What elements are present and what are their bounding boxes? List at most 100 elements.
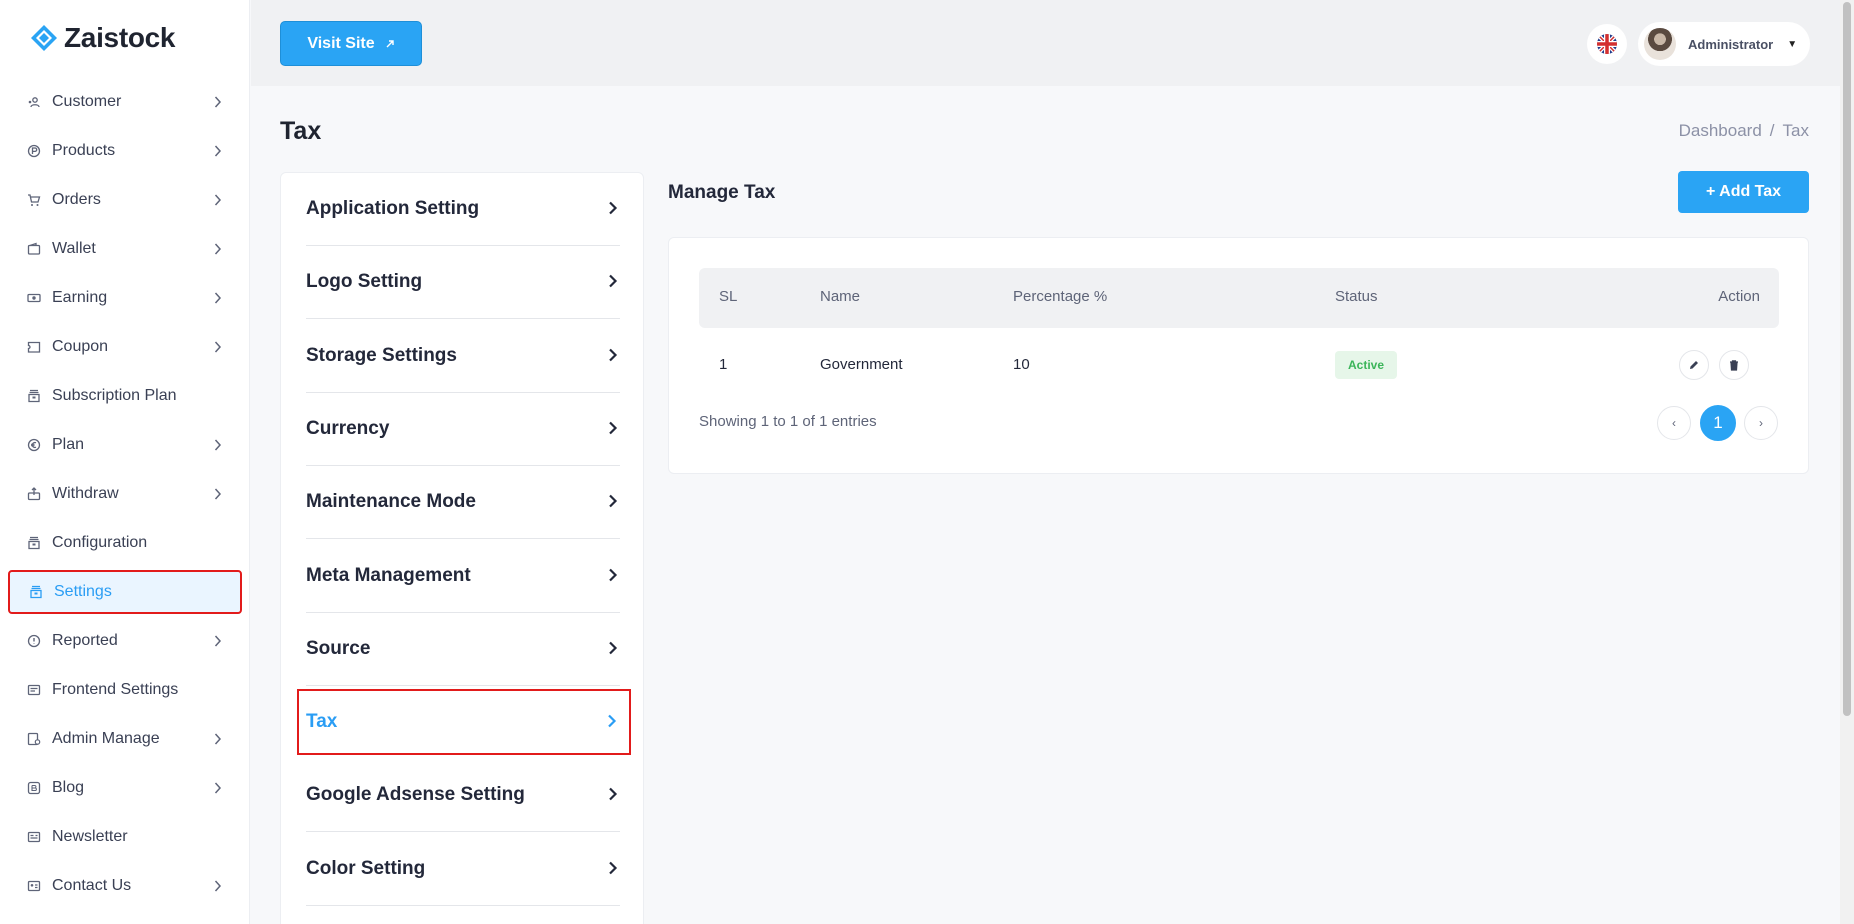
withdraw-icon: [26, 486, 42, 502]
wallet-icon: [26, 241, 42, 257]
sidebar-item-settings[interactable]: Settings: [8, 570, 242, 614]
sidebar-item-subscription-plan[interactable]: Subscription Plan: [8, 374, 242, 418]
chevron-right-icon: [608, 494, 620, 510]
settings-menu-item-google-adsense-setting[interactable]: Google Adsense Setting: [306, 759, 620, 833]
settings-menu-item-meta-management[interactable]: Meta Management: [306, 540, 620, 613]
chevron-right-icon: [214, 291, 224, 305]
avatar: [1644, 28, 1676, 60]
column-header-sl: SL: [719, 288, 738, 305]
visit-site-label: Visit Site: [307, 34, 375, 52]
settings-menu-label: Source: [306, 637, 371, 659]
sidebar-item-label: Blog: [52, 779, 85, 796]
sidebar-item-label: Earning: [52, 289, 108, 306]
settings-menu-item-logo-setting[interactable]: Logo Setting: [306, 246, 620, 320]
chevron-right-icon: [607, 714, 619, 730]
tax-table-card: SL Name Percentage % Status Action 1 Gov…: [668, 237, 1809, 474]
admin-icon: [26, 731, 42, 747]
sidebar-item-admin-manage[interactable]: Admin Manage: [8, 717, 242, 761]
sidebar-item-wallet[interactable]: Wallet: [8, 227, 242, 271]
sidebar-item-label: Orders: [52, 191, 101, 208]
manage-tax-title: Manage Tax: [668, 182, 776, 203]
sidebar-item-newsletter[interactable]: Newsletter: [8, 815, 242, 859]
sidebar-item-frontend-settings[interactable]: Frontend Settings: [8, 668, 242, 712]
caret-down-icon: ▼: [1787, 38, 1798, 50]
chevron-right-icon: [608, 201, 620, 217]
money-icon: [26, 290, 42, 306]
chevron-right-icon: [214, 340, 224, 354]
chevron-right-icon: [214, 487, 224, 501]
breadcrumb-separator: /: [1769, 121, 1775, 140]
page-scrollbar[interactable]: [1840, 0, 1854, 924]
page-title: Tax: [280, 117, 322, 145]
sidebar-item-label: Products: [52, 142, 116, 159]
sidebar-item-label: Withdraw: [52, 485, 119, 502]
settings-menu-item-storage-settings[interactable]: Storage Settings: [306, 320, 620, 393]
sidebar-item-configuration[interactable]: Configuration: [8, 521, 242, 565]
chevron-right-icon: [214, 634, 224, 648]
sidebar-item-coupon[interactable]: Coupon: [8, 325, 242, 369]
app-name: Zaistock: [64, 22, 176, 53]
user-menu[interactable]: Administrator ▼: [1638, 22, 1810, 66]
language-selector[interactable]: [1587, 24, 1627, 64]
chevron-right-icon: [608, 421, 620, 437]
sidebar-item-earning[interactable]: Earning: [8, 276, 242, 320]
settings-menu-label: Google Adsense Setting: [306, 784, 525, 806]
chevron-right-icon: [214, 781, 224, 795]
sidebar: Zaistock Customer Products Orders Wallet Ear…: [0, 0, 250, 924]
logo-diamond-icon: [30, 24, 58, 52]
pagination-next[interactable]: ›: [1744, 406, 1778, 440]
chevron-right-icon: [214, 95, 224, 109]
column-header-status: Status: [1335, 288, 1378, 305]
settings-menu-item-tax[interactable]: Tax: [297, 689, 631, 756]
blog-icon: [26, 780, 42, 796]
sidebar-item-label: Admin Manage: [52, 730, 160, 747]
pagination-prev[interactable]: ‹: [1657, 406, 1691, 440]
chevron-right-icon: [214, 879, 224, 893]
settings-menu-item-currency[interactable]: Currency: [306, 393, 620, 466]
edit-button[interactable]: [1679, 350, 1709, 380]
visit-site-button[interactable]: Visit Site: [280, 21, 422, 66]
contact-card-icon: [26, 878, 42, 894]
status-badge: Active: [1335, 351, 1397, 379]
coupon-icon: [26, 339, 42, 355]
sidebar-item-orders[interactable]: Orders: [8, 178, 242, 222]
sidebar-item-products[interactable]: Products: [8, 129, 242, 173]
scrollbar-thumb[interactable]: [1843, 2, 1851, 716]
breadcrumb: Dashboard / Tax: [1679, 121, 1809, 141]
add-tax-button[interactable]: + Add Tax: [1678, 171, 1809, 213]
settings-menu-item-maintenance-mode[interactable]: Maintenance Mode: [306, 466, 620, 540]
uk-flag-icon: [1597, 34, 1617, 54]
delete-button[interactable]: [1719, 350, 1749, 380]
sidebar-item-reported[interactable]: Reported: [8, 619, 242, 663]
sidebar-item-blog[interactable]: Blog: [8, 766, 242, 810]
chevron-right-icon: [214, 242, 224, 256]
user-name: Administrator: [1688, 36, 1774, 52]
pagination-page-1[interactable]: 1: [1700, 405, 1736, 441]
settings-menu-item-source[interactable]: Source: [306, 613, 620, 686]
info-circle-icon: [26, 633, 42, 649]
box-icon: [26, 535, 42, 551]
chevron-right-icon: [214, 193, 224, 207]
products-icon: [26, 143, 42, 159]
chevron-right-icon: [214, 144, 224, 158]
chevron-right-icon: [608, 348, 620, 364]
sidebar-item-customer[interactable]: Customer: [8, 80, 242, 124]
cart-icon: [26, 192, 42, 208]
sidebar-item-contact-us[interactable]: Contact Us: [8, 864, 242, 908]
sidebar-item-label: Settings: [54, 583, 112, 600]
cell-name: Government: [820, 356, 903, 373]
breadcrumb-dashboard[interactable]: Dashboard: [1679, 121, 1762, 141]
settings-menu-label: Tax: [306, 711, 338, 733]
entries-info: Showing 1 to 1 of 1 entries: [699, 413, 877, 430]
app-logo[interactable]: Zaistock: [30, 22, 176, 54]
settings-menu-item-application-setting[interactable]: Application Setting: [306, 173, 620, 246]
sidebar-item-plan[interactable]: Plan: [8, 423, 242, 467]
newsletter-icon: [26, 829, 42, 845]
settings-menu-label: Meta Management: [306, 564, 471, 586]
sidebar-item-label: Customer: [52, 93, 122, 110]
sidebar-item-label: Newsletter: [52, 828, 128, 845]
chevron-right-icon: [214, 438, 224, 452]
sidebar-item-withdraw[interactable]: Withdraw: [8, 472, 242, 516]
settings-menu-item-color-setting[interactable]: Color Setting: [306, 833, 620, 906]
trash-icon: [1730, 360, 1738, 371]
